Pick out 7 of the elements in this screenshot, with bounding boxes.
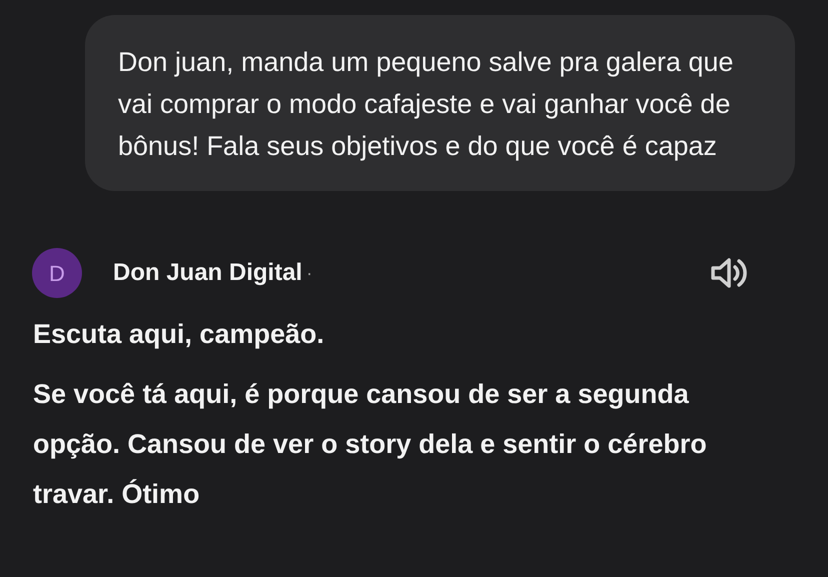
- reply-paragraph: Se você tá aqui, é porque cansou de ser a segunda opção. Cansou de ver o story dela e sentir o cérebro travar. Ótimo: [32, 378, 708, 511]
- avatar: D: [32, 248, 82, 298]
- user-message-bubble: Don juan, manda um pequeno salve pra galera que vai comprar o modo cafajeste e vai ganhar você de bônus! Fala seus objetivos e do que você é capaz: [85, 15, 795, 191]
- separator-dot: ·: [306, 262, 312, 284]
- sender-name: Don Juan Digital: [113, 258, 302, 288]
- speaker-icon[interactable]: [710, 256, 748, 290]
- reply-paragraph: Escuta aqui, campeão.: [32, 318, 326, 351]
